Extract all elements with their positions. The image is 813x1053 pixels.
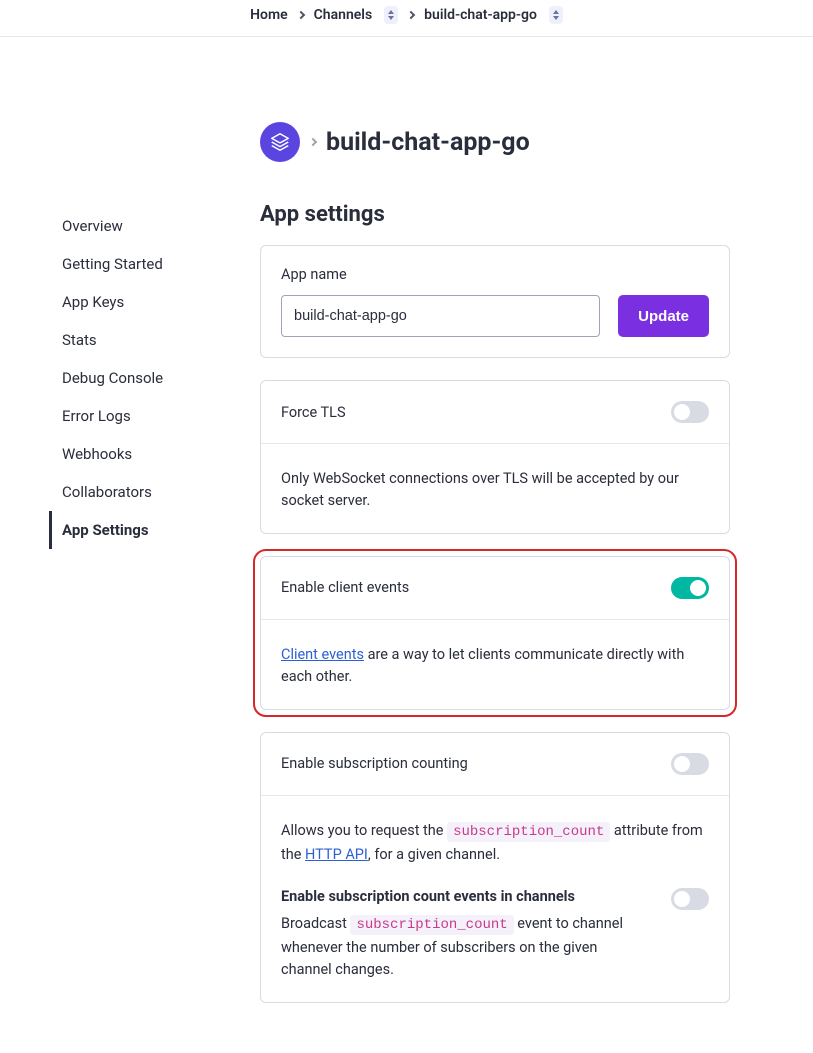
client-events-toggle[interactable] — [671, 577, 709, 599]
sidebar-item-debug-console[interactable]: Debug Console — [49, 359, 230, 397]
force-tls-title: Force TLS — [281, 404, 346, 421]
client-events-desc: Client events are a way to let clients c… — [281, 644, 709, 689]
sidebar-item-app-settings[interactable]: App Settings — [49, 511, 230, 549]
card-force-tls: Force TLS Only WebSocket connections ove… — [260, 380, 730, 534]
page-title: App settings — [260, 202, 730, 227]
sub-events-desc: Broadcast subscription_count event to ch… — [281, 913, 651, 982]
force-tls-toggle[interactable] — [671, 401, 709, 423]
sub-count-desc: Allows you to request the subscription_c… — [281, 820, 709, 866]
app-header: build-chat-app-go — [260, 122, 730, 162]
dropdown-channels-icon[interactable] — [384, 6, 398, 24]
sidebar-item-error-logs[interactable]: Error Logs — [49, 397, 230, 435]
code-subscription-count-2: subscription_count — [350, 915, 513, 935]
card-subscription-counting: Enable subscription counting Allows you … — [260, 732, 730, 1003]
sub-count-toggle[interactable] — [671, 753, 709, 775]
client-events-link[interactable]: Client events — [281, 646, 364, 663]
sidebar-item-stats[interactable]: Stats — [49, 321, 230, 359]
app-name-input[interactable] — [281, 295, 600, 337]
breadcrumb-app[interactable]: build-chat-app-go — [424, 7, 537, 23]
breadcrumb-home[interactable]: Home — [250, 7, 288, 23]
chevron-right-icon — [407, 11, 415, 19]
card-client-events: Enable client events Client events are a… — [260, 556, 730, 710]
force-tls-desc: Only WebSocket connections over TLS will… — [281, 468, 709, 513]
sidebar: Overview Getting Started App Keys Stats … — [0, 37, 230, 549]
main-content: build-chat-app-go App settings App name … — [230, 37, 770, 1053]
sidebar-item-overview[interactable]: Overview — [49, 207, 230, 245]
http-api-link[interactable]: HTTP API — [305, 846, 368, 863]
code-subscription-count: subscription_count — [447, 822, 610, 842]
sub-count-title: Enable subscription counting — [281, 755, 468, 772]
app-title: build-chat-app-go — [326, 128, 530, 157]
chevron-right-icon — [296, 11, 304, 19]
sub-events-title: Enable subscription count events in chan… — [281, 888, 651, 905]
client-events-title: Enable client events — [281, 579, 409, 596]
dropdown-app-icon[interactable] — [549, 6, 563, 24]
sidebar-item-getting-started[interactable]: Getting Started — [49, 245, 230, 283]
sub-events-toggle[interactable] — [671, 888, 709, 910]
chevron-right-icon — [309, 138, 317, 146]
breadcrumb: Home Channels build-chat-app-go — [0, 0, 813, 37]
card-app-name: App name Update — [260, 245, 730, 358]
breadcrumb-channels[interactable]: Channels — [314, 7, 373, 23]
sidebar-item-collaborators[interactable]: Collaborators — [49, 473, 230, 511]
sidebar-item-app-keys[interactable]: App Keys — [49, 283, 230, 321]
sidebar-item-webhooks[interactable]: Webhooks — [49, 435, 230, 473]
app-name-label: App name — [281, 266, 709, 283]
app-logo-icon — [260, 122, 300, 162]
update-button[interactable]: Update — [618, 295, 709, 337]
